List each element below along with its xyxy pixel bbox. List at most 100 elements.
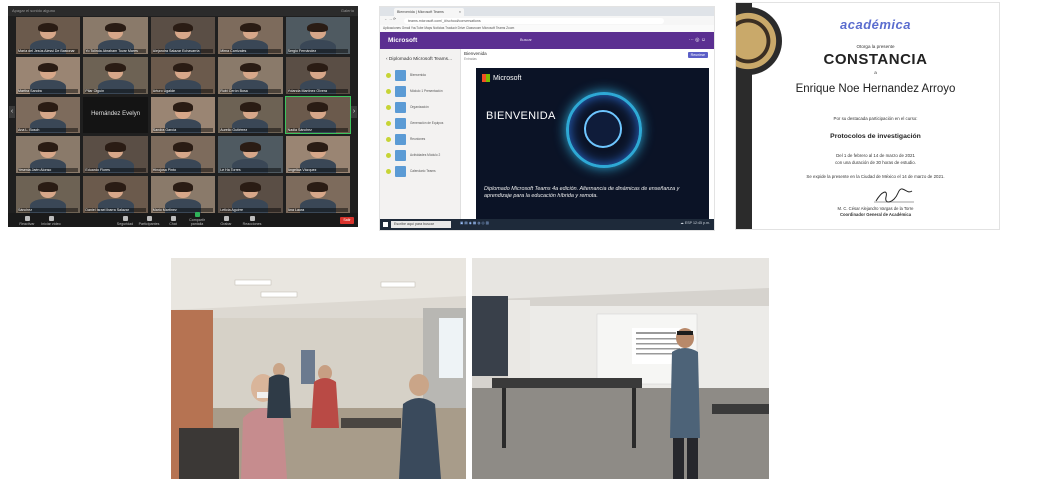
taskbar-apps-icon[interactable]: ▣ ▤ ◉ ▦ ◍ ◎ ▥ [460,221,489,225]
leave-meeting-button[interactable]: Salir [340,217,354,224]
participant-name: María del Jesús Alessi De Bastonar [18,48,79,53]
prev-page-arrow-icon[interactable]: ‹ [9,106,15,118]
participant-tile[interactable]: Hinojosa Pinto [150,136,216,174]
participant-name: Ana L. Bosch [18,128,79,133]
participant-name: Aurelio Gutiérrez [220,128,281,133]
zoom-control-label: Grabar [220,222,232,226]
participant-tile[interactable]: Daniel Israel Ibarra Salazar [83,176,148,213]
channel-header: Bienvenida Entradas [464,51,487,61]
sidebar-item-label: Reuniones [410,137,426,141]
participant-tile[interactable]: Sánchez [16,176,81,213]
participant-hair-graphic [240,102,261,113]
next-page-arrow-icon[interactable]: › [351,106,357,118]
zoom-control-button[interactable]: Reacciones [239,216,265,226]
zoom-control-button[interactable]: Seguridad [112,216,138,226]
sidebar-item-label: Módulo 1 Presentación [410,89,443,93]
participant-tile[interactable]: Aurelio Gutiérrez [218,96,283,134]
sidebar-item-label: Actividades Módulo 2 [410,153,441,157]
channel-title: Bienvenida [464,51,487,56]
participant-tile[interactable]: Leticia Aguirre [218,176,283,213]
sidebar-item[interactable]: Organización [384,100,460,116]
meet-button[interactable]: Reunirse [687,52,708,58]
participant-tile[interactable]: Sandra García [150,96,216,134]
participant-tile[interactable]: Yolanda Martínez Olvera [285,56,350,94]
classroom-presenter-image [472,258,769,479]
tab-title: Bienvenida | Microsoft Teams [397,10,444,14]
zoom-control-label: Iniciar vídeo [41,222,61,226]
participant-hair-graphic [105,142,126,152]
participant-tile[interactable]: Ana Laura [285,176,350,213]
channel-thumbnail-icon [395,102,406,113]
participant-tile[interactable]: Le Ha Torres [218,136,283,174]
zoom-control-icon [249,216,255,221]
participant-tile[interactable]: Hernández Evelyn [83,96,148,134]
participant-tile[interactable]: Ana L. Bosch [16,96,81,134]
participant-name: Arturo Ugalde [152,88,214,93]
zoom-control-button[interactable]: Iniciar vídeo [38,216,64,226]
status-dot-icon [386,153,391,158]
participant-tile[interactable]: Rubí Cerón Bosa [218,56,283,94]
participant-name: Yolanda Martínez Olvera [287,88,348,93]
sidebar-item[interactable]: Bienvenida [384,68,460,84]
cert-issued: Se expide la presente en la Ciudad de Mé… [806,174,945,179]
cert-intro: Otorga la presente [856,44,895,49]
participant-tile[interactable]: Angelica Vázquez [285,136,350,174]
participant-tile[interactable]: Mario Martínez [150,176,216,213]
participant-tile[interactable]: Yo Tolinda Abraham Tovar Mares [83,17,148,54]
participant-hair-graphic [307,62,329,73]
participant-tile[interactable]: Pilar Olguín [83,56,148,94]
participant-hair-graphic [172,22,194,33]
sidebar-item[interactable]: Módulo 1 Presentación [384,84,460,100]
classroom-photo-students [171,258,466,479]
close-tab-icon[interactable]: × [459,8,461,16]
participant-tile[interactable]: Arturo Ugalde [150,56,216,94]
zoom-control-button[interactable]: Chat [160,216,186,226]
zoom-control-button[interactable]: Compartir pantalla [184,212,210,226]
channel-thumbnail-icon [395,166,406,177]
taskbar-search[interactable]: Escribe aquí para buscar [391,221,451,228]
participant-tile[interactable]: Nadia Sánchez [284,95,352,135]
participant-name: Hinojosa Pinto [152,168,214,173]
channel-tab-posts[interactable]: Entradas [464,57,487,61]
header-icons[interactable]: ⋯ ◎ ☺ [689,37,706,44]
video-logo-text: Microsoft [493,74,522,82]
address-bar: ← → ⟳ teams.microsoft.com/_#/school/conv… [380,16,714,25]
participant-tile[interactable]: Sergio Fernández [285,17,350,54]
sidebar-item-label: Generación de Equipos [410,121,444,125]
teams-search[interactable]: Buscar [520,37,532,44]
bookmarks-bar[interactable]: Aplicaciones Gmail YouTube Maps Noticias… [380,25,714,32]
zoom-control-button[interactable]: Reactivar [14,216,40,226]
back-to-teams-link[interactable]: ‹ Diplomado Microsoft Teams... [380,49,460,68]
participant-name: Yo Tolinda Abraham Tovar Mares [85,48,146,53]
windows-start-icon[interactable] [383,222,388,227]
participant-tile[interactable]: María del Jesús Alessi De Bastonar [16,17,81,54]
zoom-control-button[interactable]: Participantes [136,216,162,226]
zoom-control-button[interactable]: Grabar [213,216,239,226]
url-field[interactable]: teams.microsoft.com/_#/school/conversati… [404,17,664,24]
zoom-control-icon [48,216,54,221]
browser-tab[interactable]: Bienvenida | Microsoft Teams × [394,8,464,16]
cert-signer: M. C. César Alejandro Vargas de la Torre [837,206,914,211]
participant-name: Yesenia Jaén Alonso [18,168,79,173]
zoom-control-icon [223,216,229,221]
participant-tile[interactable]: Eduardo Flores [83,136,148,174]
participant-tile[interactable]: Mirna Carrizales [218,17,283,54]
participant-tile[interactable]: Alejandra Salazar Echavarría [150,17,216,54]
participant-hair-graphic [37,102,59,113]
participant-name: Leticia Aguirre [220,207,281,212]
zoom-control-icon [122,216,128,221]
participant-tile[interactable]: Yesenia Jaén Alonso [16,136,81,174]
participant-hair-graphic [37,142,59,152]
welcome-video[interactable]: Microsoft BIENVENIDA Diplomado Microsoft… [476,68,709,220]
participant-hair-graphic [240,22,261,33]
sidebar-item-label: Calendario Teams [410,169,436,173]
participant-tile[interactable]: Martha Sandra [16,56,81,94]
gallery-view-button[interactable]: Galería [341,6,354,16]
nav-arrows-icon[interactable]: ← → ⟳ [384,17,396,21]
sidebar-item[interactable]: Actividades Módulo 2 [384,148,460,164]
mute-all-label[interactable]: Apagar el sonido alguno [12,8,55,13]
participant-name: Sánchez [18,207,79,212]
sidebar-item[interactable]: Generación de Equipos [384,116,460,132]
sidebar-item[interactable]: Calendario Teams [384,164,460,180]
sidebar-item[interactable]: Reuniones [384,132,460,148]
